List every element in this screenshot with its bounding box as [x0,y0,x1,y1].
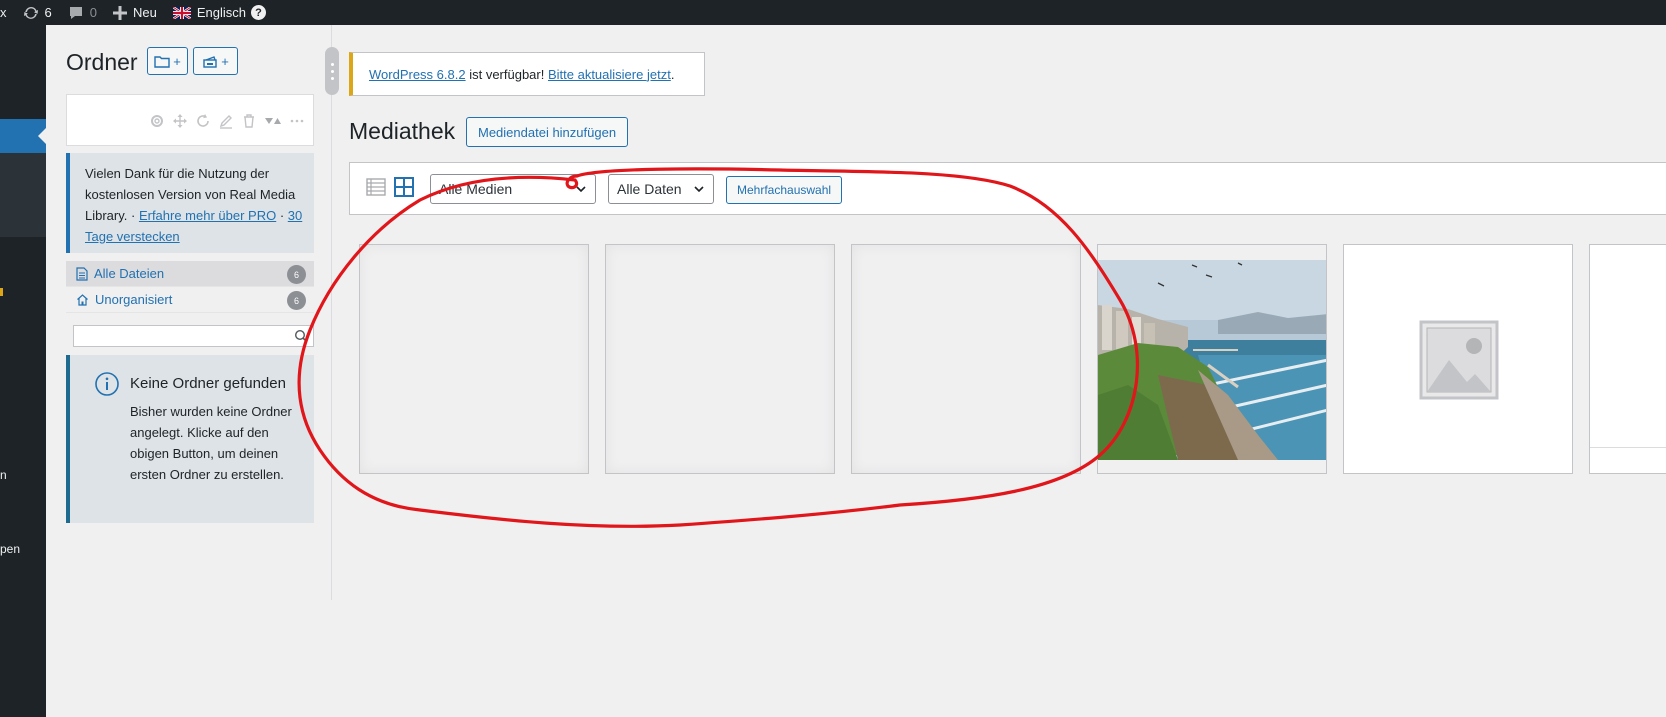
folders-title: Ordner [66,49,138,75]
attachment-file[interactable]: wpml-sup [1589,244,1666,474]
learn-more-pro-link[interactable]: Erfahre mehr über PRO [139,208,276,223]
updates-count: 6 [44,5,52,20]
move-icon[interactable] [172,113,188,129]
help-icon[interactable]: ? [250,5,266,20]
admin-menu-current-item[interactable] [0,119,46,153]
media-type-value: Alle Medien [439,181,513,197]
folder-toolbar [66,94,314,146]
sidebar-resize-handle[interactable] [325,47,339,95]
add-collection-button[interactable]: + [193,47,238,75]
wordpress-version-link[interactable]: WordPress 6.8.2 [369,67,466,82]
add-folder-button[interactable]: + [147,47,188,75]
update-now-link[interactable]: Bitte aktualisiere jetzt [548,67,671,82]
sidebar-divider [331,25,332,600]
chevron-down-icon [576,186,586,193]
no-folders-title: Keine Ordner gefunden [130,375,286,392]
trash-icon[interactable] [241,113,257,129]
page-title: Mediathek [349,118,456,144]
list-view-icon[interactable] [366,177,386,197]
no-folders-text: Bisher wurden keine Ordner angelegt. Kli… [130,404,292,482]
thanks-notice: Vielen Dank für die Nutzung der kostenlo… [66,153,314,253]
attachment-photo[interactable] [1097,244,1327,474]
attachment-loading-3[interactable] [851,244,1081,474]
admin-menu: n pen [0,25,46,717]
more-icon[interactable] [289,113,305,129]
attachment-filename: wpml-sup [1590,447,1666,473]
admin-bar-left-fragment[interactable]: x [0,0,15,25]
folder-tree: Alle Dateien 6 Unorganisiert 6 [66,261,314,313]
chevron-down-icon [694,186,704,193]
admin-bar-fragment-text: x [0,5,7,20]
admin-menu-marker [0,288,3,296]
add-collection-plus: + [221,53,229,69]
update-notice: WordPress 6.8.2 ist verfügbar! Bitte akt… [349,52,705,96]
collection-icon [203,55,217,68]
attachment-loading-1[interactable] [359,244,589,474]
uk-flag-icon [172,6,191,19]
add-media-button[interactable]: Mediendatei hinzufügen [466,117,629,147]
tree-item-count: 6 [287,291,306,310]
comments-item[interactable]: 0 [60,0,105,25]
updates-icon [23,6,38,19]
wp-admin-screen: x 6 0 Neu Englisch ? n pen Ordner + + Vi… [0,0,1666,717]
search-icon[interactable] [294,329,308,343]
tree-item-count: 6 [287,265,306,284]
media-filter-bar: Alle Medien Alle Daten Mehrfachauswahl [349,162,1666,215]
update-notice-text: ist verfügbar! [465,66,548,82]
media-type-select[interactable]: Alle Medien [430,174,596,204]
thanks-separator: · [276,208,288,223]
coastline-photo [1098,245,1326,473]
home-icon [77,294,88,306]
admin-menu-fragment-2[interactable]: pen [0,542,20,556]
tree-item-unorganized[interactable]: Unorganisiert 6 [66,287,314,313]
updates-item[interactable]: 6 [15,0,60,25]
image-placeholder-icon [1419,320,1499,400]
language-switcher[interactable]: Englisch ? [165,0,274,25]
admin-menu-fragment-1[interactable]: n [0,468,7,482]
admin-menu-submenu [0,153,46,237]
plus-icon [112,5,127,20]
edit-icon[interactable] [218,113,234,129]
file-icon [76,266,88,281]
tree-item-all-files[interactable]: Alle Dateien 6 [66,261,314,287]
folder-icon [154,55,170,68]
language-label: Englisch [196,5,246,20]
tree-item-label: Unorganisiert [95,292,173,307]
date-value: Alle Daten [617,181,682,197]
date-select[interactable]: Alle Daten [608,174,714,204]
folder-search-input[interactable] [74,326,284,346]
info-icon [95,372,119,396]
attachment-placeholder[interactable] [1343,244,1573,474]
new-label: Neu [132,5,157,20]
folder-search-box [73,325,314,347]
comments-count: 0 [89,5,97,20]
new-content-item[interactable]: Neu [105,0,165,25]
admin-bar: x 6 0 Neu Englisch ? [0,0,1666,25]
comment-icon [69,6,82,19]
no-folders-notice: Keine Ordner gefunden Bisher wurden kein… [66,355,314,523]
refresh-icon[interactable] [195,113,211,129]
tree-item-label: Alle Dateien [94,266,165,281]
gear-icon[interactable] [149,113,165,129]
grid-view-icon[interactable] [394,177,414,197]
add-folder-plus: + [173,53,181,69]
attachment-loading-2[interactable] [605,244,835,474]
bulk-select-button[interactable]: Mehrfachauswahl [726,176,843,204]
update-notice-end: . [670,66,675,82]
sort-icon[interactable] [264,113,282,129]
